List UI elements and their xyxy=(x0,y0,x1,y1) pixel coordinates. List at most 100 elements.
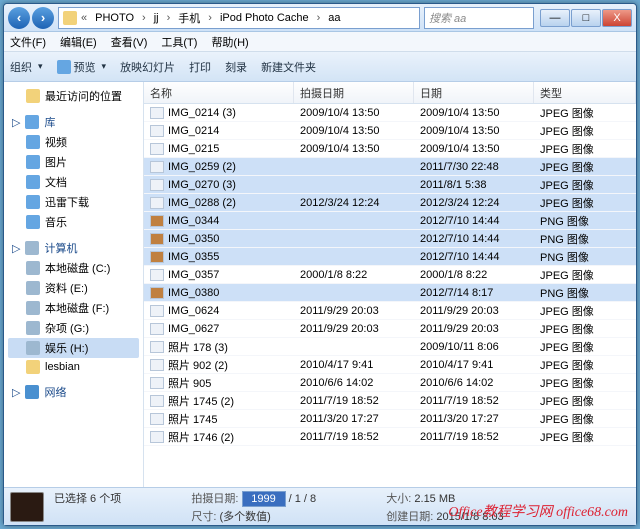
file-date: 2011/8/1 5:38 xyxy=(414,179,534,191)
sidebar-drive-item[interactable]: 娱乐 (H:) xyxy=(8,338,139,358)
file-name: IMG_0380 xyxy=(168,287,219,299)
maximize-button[interactable]: □ xyxy=(571,9,601,27)
col-type[interactable]: 类型 xyxy=(534,82,636,103)
file-date: 2011/3/20 17:27 xyxy=(414,413,534,425)
file-name: IMG_0627 xyxy=(168,323,219,335)
menu-edit[interactable]: 编辑(E) xyxy=(58,32,99,52)
minimize-button[interactable]: — xyxy=(540,9,570,27)
library-icon xyxy=(25,115,39,129)
sidebar-drive-item[interactable]: 本地磁盘 (F:) xyxy=(8,298,139,318)
file-row[interactable]: IMG_03802012/7/14 8:17PNG 图像 xyxy=(144,284,636,302)
file-thumb-icon xyxy=(150,197,164,209)
file-type: JPEG 图像 xyxy=(534,429,636,445)
file-type: JPEG 图像 xyxy=(534,357,636,373)
breadcrumb-item[interactable]: PHOTO xyxy=(91,12,138,24)
file-date: 2011/7/19 18:52 xyxy=(414,431,534,443)
dimensions-label: 尺寸: xyxy=(191,511,216,523)
sidebar-folder-item[interactable]: lesbian xyxy=(8,358,139,376)
col-name[interactable]: 名称 xyxy=(144,82,294,103)
close-button[interactable]: X xyxy=(602,9,632,27)
newfolder-button[interactable]: 新建文件夹 xyxy=(261,59,316,75)
file-row[interactable]: 照片 178 (3)2009/10/11 8:06JPEG 图像 xyxy=(144,338,636,356)
file-name: IMG_0259 (2) xyxy=(168,161,236,173)
main-area: 最近访问的位置 ▷ 库 视频图片文档迅雷下载音乐 ▷ 计算机 本地磁盘 (C:)… xyxy=(4,82,636,487)
drive-icon xyxy=(26,341,40,355)
file-name: IMG_0270 (3) xyxy=(168,179,236,191)
file-type: PNG 图像 xyxy=(534,231,636,247)
file-type: JPEG 图像 xyxy=(534,123,636,139)
file-thumb-icon xyxy=(150,251,164,263)
file-row[interactable]: IMG_0270 (3)2011/8/1 5:38JPEG 图像 xyxy=(144,176,636,194)
organize-button[interactable]: 组织 xyxy=(10,59,43,75)
breadcrumb-item[interactable]: iPod Photo Cache xyxy=(216,12,313,24)
menu-view[interactable]: 查看(V) xyxy=(109,32,150,52)
breadcrumb[interactable]: « PHOTO› jj› 手机› iPod Photo Cache› aa xyxy=(58,7,420,29)
file-thumb-icon xyxy=(150,215,164,227)
burn-button[interactable]: 刻录 xyxy=(225,59,247,75)
file-row[interactable]: IMG_0259 (2)2011/7/30 22:48JPEG 图像 xyxy=(144,158,636,176)
shot-date-year-input[interactable] xyxy=(242,491,286,507)
file-row[interactable]: 照片 1746 (2)2011/7/19 18:522011/7/19 18:5… xyxy=(144,428,636,446)
file-type: JPEG 图像 xyxy=(534,105,636,121)
file-row[interactable]: IMG_03442012/7/10 14:44PNG 图像 xyxy=(144,212,636,230)
menu-file[interactable]: 文件(F) xyxy=(8,32,48,52)
sidebar-lib-item[interactable]: 迅雷下载 xyxy=(8,192,139,212)
file-row[interactable]: IMG_0288 (2)2012/3/24 12:242012/3/24 12:… xyxy=(144,194,636,212)
file-date: 2009/10/4 13:50 xyxy=(414,125,534,137)
menu-help[interactable]: 帮助(H) xyxy=(209,32,250,52)
file-date: 2012/7/10 14:44 xyxy=(414,233,534,245)
sidebar: 最近访问的位置 ▷ 库 视频图片文档迅雷下载音乐 ▷ 计算机 本地磁盘 (C:)… xyxy=(4,82,144,487)
file-name: IMG_0344 xyxy=(168,215,219,227)
file-row[interactable]: 照片 1745 (2)2011/7/19 18:522011/7/19 18:5… xyxy=(144,392,636,410)
breadcrumb-item[interactable]: 手机 xyxy=(174,10,204,26)
folder-icon xyxy=(63,11,77,25)
file-row[interactable]: IMG_0214 (3)2009/10/4 13:502009/10/4 13:… xyxy=(144,104,636,122)
sidebar-lib-item[interactable]: 音乐 xyxy=(8,212,139,232)
sidebar-network[interactable]: ▷ 网络 xyxy=(8,382,139,402)
sidebar-lib-item[interactable]: 图片 xyxy=(8,152,139,172)
file-row[interactable]: IMG_06242011/9/29 20:032011/9/29 20:03JP… xyxy=(144,302,636,320)
sidebar-computer-header[interactable]: ▷ 计算机 xyxy=(8,238,139,258)
sidebar-drive-item[interactable]: 资料 (E:) xyxy=(8,278,139,298)
sidebar-drive-item[interactable]: 本地磁盘 (C:) xyxy=(8,258,139,278)
lib-icon xyxy=(26,175,40,189)
slideshow-button[interactable]: 放映幻灯片 xyxy=(120,59,175,75)
file-shot-date: 2009/10/4 13:50 xyxy=(294,125,414,137)
file-rows[interactable]: IMG_0214 (3)2009/10/4 13:502009/10/4 13:… xyxy=(144,104,636,487)
menu-tools[interactable]: 工具(T) xyxy=(159,32,199,52)
file-row[interactable]: 照片 902 (2)2010/4/17 9:412010/4/17 9:41JP… xyxy=(144,356,636,374)
file-row[interactable]: IMG_02152009/10/4 13:502009/10/4 13:50JP… xyxy=(144,140,636,158)
file-row[interactable]: 照片 9052010/6/6 14:022010/6/6 14:02JPEG 图… xyxy=(144,374,636,392)
file-thumb-icon xyxy=(150,359,164,371)
file-row[interactable]: IMG_03552012/7/10 14:44PNG 图像 xyxy=(144,248,636,266)
breadcrumb-item[interactable]: aa xyxy=(324,12,344,24)
shot-date-label: 拍摄日期: xyxy=(191,493,238,505)
back-button[interactable]: ‹ xyxy=(8,7,30,29)
file-thumb-icon xyxy=(150,233,164,245)
file-row[interactable]: 照片 17452011/3/20 17:272011/3/20 17:27JPE… xyxy=(144,410,636,428)
file-type: JPEG 图像 xyxy=(534,195,636,211)
file-thumb-icon xyxy=(150,161,164,173)
file-row[interactable]: IMG_03502012/7/10 14:44PNG 图像 xyxy=(144,230,636,248)
file-date: 2012/7/10 14:44 xyxy=(414,251,534,263)
file-shot-date: 2011/9/29 20:03 xyxy=(294,323,414,335)
recent-icon xyxy=(26,89,40,103)
breadcrumb-item[interactable]: jj xyxy=(150,12,163,24)
search-input[interactable]: 搜索 aa xyxy=(424,7,534,29)
toolbar: 组织 预览 放映幻灯片 打印 刻录 新建文件夹 xyxy=(4,52,636,82)
sidebar-lib-item[interactable]: 文档 xyxy=(8,172,139,192)
dimensions-value: (多个数值) xyxy=(220,511,271,523)
sidebar-lib-item[interactable]: 视频 xyxy=(8,132,139,152)
print-button[interactable]: 打印 xyxy=(189,59,211,75)
file-row[interactable]: IMG_02142009/10/4 13:502009/10/4 13:50JP… xyxy=(144,122,636,140)
preview-button[interactable]: 预览 xyxy=(57,59,107,75)
sidebar-libraries-header[interactable]: ▷ 库 xyxy=(8,112,139,132)
file-row[interactable]: IMG_06272011/9/29 20:032011/9/29 20:03JP… xyxy=(144,320,636,338)
file-row[interactable]: IMG_03572000/1/8 8:222000/1/8 8:22JPEG 图… xyxy=(144,266,636,284)
sidebar-drive-item[interactable]: 杂项 (G:) xyxy=(8,318,139,338)
col-date[interactable]: 日期 xyxy=(414,82,534,103)
sidebar-recent[interactable]: 最近访问的位置 xyxy=(8,86,139,106)
forward-button[interactable]: › xyxy=(32,7,54,29)
status-bar: 已选择 6 个项 拍摄日期: / 1 / 8 大小: 2.15 MB 尺寸: (… xyxy=(4,487,636,525)
col-shot[interactable]: 拍摄日期 xyxy=(294,82,414,103)
